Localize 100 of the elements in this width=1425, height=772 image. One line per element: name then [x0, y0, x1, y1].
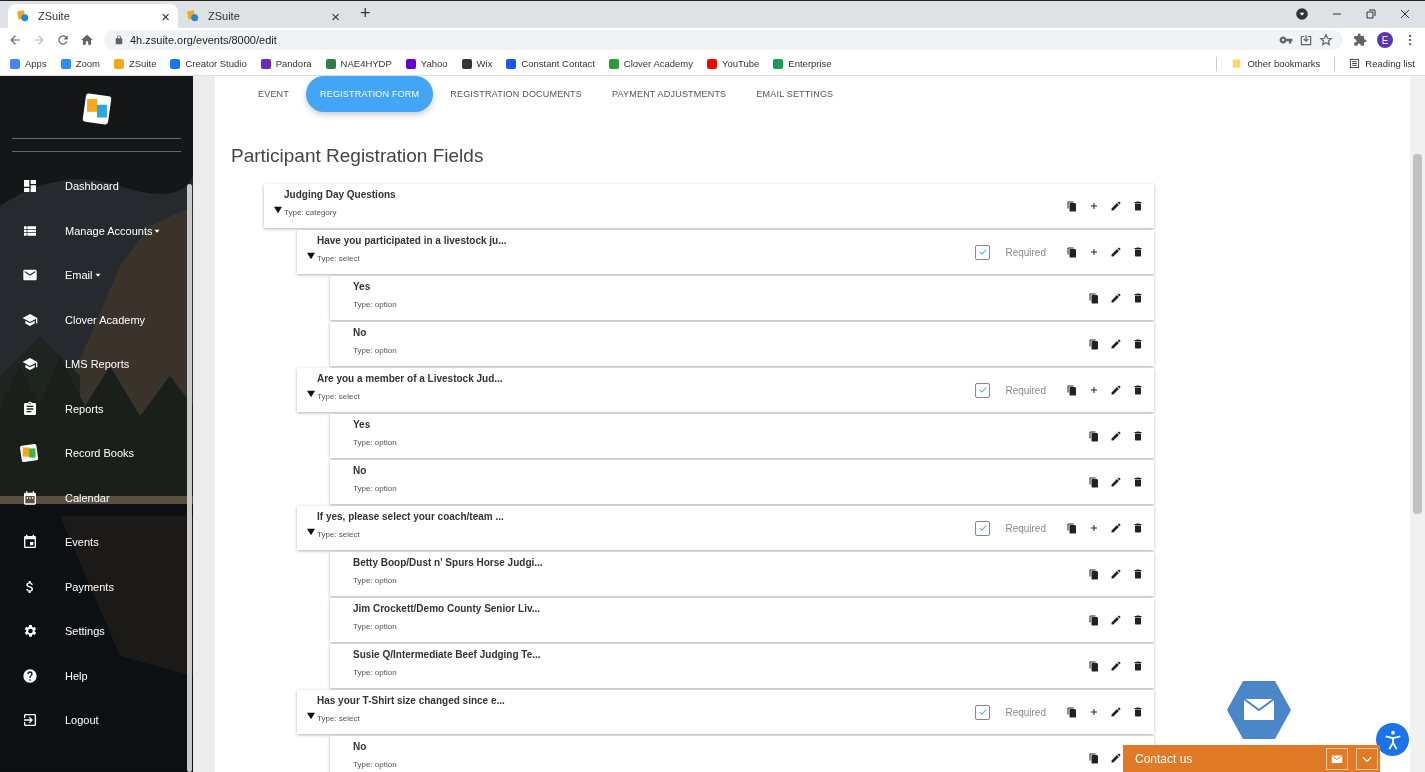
question-row[interactable]: Are you a member of a Livestock Jud... Type: select Required: [297, 368, 1154, 412]
option-row[interactable]: Yes Type: option: [330, 414, 1154, 458]
copy-icon[interactable]: [1088, 568, 1100, 580]
plus-icon[interactable]: [1088, 706, 1100, 718]
edit-icon[interactable]: [1110, 476, 1122, 488]
bookmark[interactable]: Constant Contact: [506, 58, 595, 69]
copy-icon[interactable]: [1088, 660, 1100, 672]
other-bookmarks[interactable]: Other bookmarks: [1231, 58, 1321, 69]
home-icon[interactable]: [80, 33, 94, 47]
sidebar-item[interactable]: Calendar: [0, 475, 193, 520]
delete-icon[interactable]: [1132, 614, 1144, 626]
star-icon[interactable]: [1319, 33, 1333, 47]
close-icon[interactable]: ×: [161, 7, 170, 25]
sidebar-item[interactable]: Reports: [0, 386, 193, 431]
browser-tab[interactable]: ZSuite ×: [178, 4, 348, 28]
page-tab[interactable]: REGISTRATION DOCUMENTS: [437, 76, 595, 112]
option-row[interactable]: Jim Crockett/Demo County Senior Liv... Type: option: [330, 598, 1154, 642]
sidebar-item[interactable]: Clover Academy: [0, 297, 193, 342]
bookmark[interactable]: Creator Studio: [170, 58, 247, 69]
bookmark[interactable]: ZSuite: [113, 58, 157, 69]
edit-icon[interactable]: [1110, 246, 1122, 258]
delete-icon[interactable]: [1132, 292, 1144, 304]
plus-icon[interactable]: [1088, 246, 1100, 258]
close-icon[interactable]: [1399, 8, 1411, 20]
bookmark[interactable]: Yahoo: [405, 58, 448, 69]
expand-triangle-icon[interactable]: [274, 206, 282, 214]
copy-icon[interactable]: [1088, 614, 1100, 626]
copy-icon[interactable]: [1066, 200, 1078, 212]
bookmark[interactable]: Enterprise: [773, 58, 832, 69]
bookmark[interactable]: Zoom: [60, 58, 100, 69]
close-icon[interactable]: ×: [331, 7, 340, 25]
option-row[interactable]: Yes Type: option: [330, 276, 1154, 320]
question-row[interactable]: If yes, please select your coach/team ... Type: select Required: [297, 506, 1154, 550]
edit-icon[interactable]: [1110, 522, 1122, 534]
sidebar-item[interactable]: Manage Accounts: [0, 208, 193, 253]
delete-icon[interactable]: [1132, 430, 1144, 442]
required-checkbox[interactable]: [975, 382, 991, 398]
sidebar-item[interactable]: Email: [0, 253, 193, 298]
sidebar-item[interactable]: Record Books: [0, 431, 193, 476]
profile-avatar[interactable]: E: [1377, 32, 1393, 48]
bookmark[interactable]: NAE4HYDP: [325, 58, 392, 69]
delete-icon[interactable]: [1132, 706, 1144, 718]
copy-icon[interactable]: [1088, 292, 1100, 304]
copy-icon[interactable]: [1066, 384, 1078, 396]
page-tab[interactable]: EMAIL SETTINGS: [743, 76, 847, 112]
page-tab[interactable]: PAYMENT ADJUSTMENTS: [599, 76, 740, 112]
delete-icon[interactable]: [1132, 660, 1144, 672]
expand-triangle-icon[interactable]: [307, 528, 315, 536]
option-row[interactable]: No Type: option: [330, 460, 1154, 504]
sidebar-item[interactable]: LMS Reports: [0, 342, 193, 387]
sidebar-item[interactable]: Dashboard: [0, 164, 193, 209]
sidebar-item[interactable]: Settings: [0, 609, 193, 654]
copy-icon[interactable]: [1088, 338, 1100, 350]
edit-icon[interactable]: [1110, 338, 1122, 350]
copy-icon[interactable]: [1088, 430, 1100, 442]
copy-icon[interactable]: [1066, 706, 1078, 718]
mail-button[interactable]: [1326, 747, 1348, 770]
delete-icon[interactable]: [1132, 384, 1144, 396]
copy-icon[interactable]: [1088, 752, 1100, 764]
edit-icon[interactable]: [1110, 384, 1122, 396]
edit-icon[interactable]: [1110, 660, 1122, 672]
mail-button[interactable]: [1226, 680, 1292, 740]
required-checkbox[interactable]: [975, 244, 991, 260]
browser-tab[interactable]: ZSuite ×: [8, 4, 178, 28]
sidebar-item[interactable]: Events: [0, 520, 193, 565]
copy-icon[interactable]: [1066, 246, 1078, 258]
bookmark[interactable]: Wix: [461, 58, 493, 69]
restore-icon[interactable]: [1365, 8, 1377, 20]
address-bar[interactable]: 4h.zsuite.org/events/8000/edit: [104, 30, 1343, 50]
delete-icon[interactable]: [1132, 200, 1144, 212]
expand-triangle-icon[interactable]: [307, 390, 315, 398]
edit-icon[interactable]: [1110, 200, 1122, 212]
bookmark[interactable]: Pandora: [260, 58, 312, 69]
option-row[interactable]: Betty Boop/Dust n' Spurs Horse Judgi... Type: option: [330, 552, 1154, 596]
expand-triangle-icon[interactable]: [307, 712, 315, 720]
option-row[interactable]: Susie Q/Intermediate Beef Judging Te... Type: option: [330, 644, 1154, 688]
delete-icon[interactable]: [1132, 568, 1144, 580]
option-row[interactable]: No Type: option: [330, 322, 1154, 366]
question-row[interactable]: Has your T-Shirt size changed since e... Type: select Required: [297, 690, 1154, 734]
edit-icon[interactable]: [1110, 706, 1122, 718]
category-row[interactable]: Judging Day Questions Type: category: [264, 184, 1154, 228]
copy-icon[interactable]: [1088, 476, 1100, 488]
delete-icon[interactable]: [1132, 522, 1144, 534]
delete-icon[interactable]: [1132, 246, 1144, 258]
required-checkbox[interactable]: [975, 704, 991, 720]
sidebar-item[interactable]: Help: [0, 653, 193, 698]
delete-icon[interactable]: [1132, 476, 1144, 488]
question-row[interactable]: Have you participated in a livestock ju... Type: select Required: [297, 230, 1154, 274]
edit-icon[interactable]: [1110, 430, 1122, 442]
edit-icon[interactable]: [1110, 614, 1122, 626]
back-icon[interactable]: [8, 33, 22, 47]
sidebar-item[interactable]: Logout: [0, 698, 193, 743]
delete-icon[interactable]: [1132, 338, 1144, 350]
edit-icon[interactable]: [1110, 292, 1122, 304]
required-checkbox[interactable]: [975, 520, 991, 536]
expand-triangle-icon[interactable]: [307, 252, 315, 260]
copy-icon[interactable]: [1066, 522, 1078, 534]
install-icon[interactable]: [1299, 33, 1313, 47]
page-tab[interactable]: EVENT: [245, 76, 302, 112]
edit-icon[interactable]: [1110, 752, 1122, 764]
